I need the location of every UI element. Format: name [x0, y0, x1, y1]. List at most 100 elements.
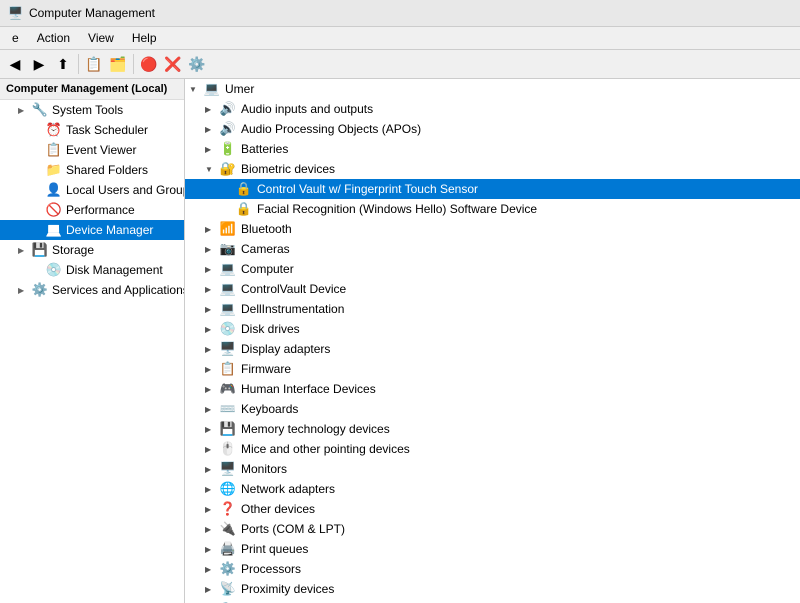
label-processors: Processors: [241, 562, 301, 576]
label-computer: Computer: [241, 262, 294, 276]
toolbar-help-button[interactable]: ⚙️: [186, 53, 208, 75]
menu-item-help[interactable]: Help: [124, 29, 165, 47]
label-root: Umer: [225, 82, 254, 96]
arrow-disk-management: [32, 266, 46, 275]
right-tree-facial-recog[interactable]: 🔒 Facial Recognition (Windows Hello) Sof…: [185, 199, 800, 219]
icon-audio-apos: 🔊: [219, 121, 237, 137]
right-tree-display-adapters[interactable]: ▶ 🖥️ Display adapters: [185, 339, 800, 359]
arrow-biometric: ▼: [205, 165, 219, 174]
icon-disk-drives: 💿: [219, 321, 237, 337]
icon-shared-folders: 📁: [46, 162, 62, 178]
menu-bar: e Action View Help: [0, 27, 800, 50]
arrow-firmware: ▶: [205, 365, 219, 374]
main-layout: Computer Management (Local) ▶ 🔧 System T…: [0, 79, 800, 603]
right-tree-controlvault-dev[interactable]: ▶ 💻 ControlVault Device: [185, 279, 800, 299]
icon-performance: 🚫: [46, 202, 62, 218]
sidebar-item-performance[interactable]: 🚫 Performance: [0, 200, 184, 220]
menu-item-view[interactable]: View: [80, 29, 122, 47]
right-tree-audio-inputs[interactable]: ▶ 🔊 Audio inputs and outputs: [185, 99, 800, 119]
label-services-apps: Services and Applications: [52, 283, 185, 297]
arrow-performance: [32, 206, 46, 215]
sidebar-item-storage[interactable]: ▶ 💾 Storage: [0, 240, 184, 260]
label-audio-inputs: Audio inputs and outputs: [241, 102, 373, 116]
sidebar-item-system-tools[interactable]: ▶ 🔧 System Tools: [0, 100, 184, 120]
right-tree-print-queues[interactable]: ▶ 🖨️ Print queues: [185, 539, 800, 559]
right-tree-bluetooth[interactable]: ▶ 📶 Bluetooth: [185, 219, 800, 239]
right-tree-memory[interactable]: ▶ 💾 Memory technology devices: [185, 419, 800, 439]
right-tree-computer[interactable]: ▶ 💻 Computer: [185, 259, 800, 279]
menu-item-file[interactable]: e: [4, 29, 27, 47]
icon-print-queues: 🖨️: [219, 541, 237, 557]
sidebar-item-task-scheduler[interactable]: ⏰ Task Scheduler: [0, 120, 184, 140]
label-display-adapters: Display adapters: [241, 342, 330, 356]
right-tree-other-devices[interactable]: ▶ ❓ Other devices: [185, 499, 800, 519]
icon-audio-inputs: 🔊: [219, 101, 237, 117]
arrow-memory: ▶: [205, 425, 219, 434]
label-task-scheduler: Task Scheduler: [66, 123, 148, 137]
right-tree-monitors[interactable]: ▶ 🖥️ Monitors: [185, 459, 800, 479]
icon-local-users: 👤: [46, 182, 62, 198]
arrow-computer: ▶: [205, 265, 219, 274]
menu-item-action[interactable]: Action: [29, 29, 78, 47]
right-tree-dell-instrumentation[interactable]: ▶ 💻 DellInstrumentation: [185, 299, 800, 319]
sidebar-item-local-users[interactable]: 👤 Local Users and Groups: [0, 180, 184, 200]
right-tree-keyboards[interactable]: ▶ ⌨️ Keyboards: [185, 399, 800, 419]
label-system-tools: System Tools: [52, 103, 123, 117]
right-tree-cameras[interactable]: ▶ 📷 Cameras: [185, 239, 800, 259]
toolbar-up-button[interactable]: ⬆: [52, 53, 74, 75]
toolbar-back-button[interactable]: ◀: [4, 53, 26, 75]
icon-display-adapters: 🖥️: [219, 341, 237, 357]
sidebar-item-shared-folders[interactable]: 📁 Shared Folders: [0, 160, 184, 180]
arrow-monitors: ▶: [205, 465, 219, 474]
label-ports: Ports (COM & LPT): [241, 522, 345, 536]
right-tree-control-vault[interactable]: 🔒 Control Vault w/ Fingerprint Touch Sen…: [185, 179, 800, 199]
sidebar-item-device-manager[interactable]: 💻 Device Manager: [0, 220, 184, 240]
label-performance: Performance: [66, 203, 135, 217]
icon-dell-instrumentation: 💻: [219, 301, 237, 317]
label-event-viewer: Event Viewer: [66, 143, 136, 157]
right-tree-disk-drives[interactable]: ▶ 💿 Disk drives: [185, 319, 800, 339]
icon-facial-recog: 🔒: [235, 201, 253, 217]
toolbar-show-hide-button[interactable]: 📋: [83, 53, 105, 75]
icon-processors: ⚙️: [219, 561, 237, 577]
sidebar-item-disk-management[interactable]: 💿 Disk Management: [0, 260, 184, 280]
arrow-task-scheduler: [32, 126, 46, 135]
icon-batteries: 🔋: [219, 141, 237, 157]
label-network-adapters: Network adapters: [241, 482, 335, 496]
right-tree-processors[interactable]: ▶ ⚙️ Processors: [185, 559, 800, 579]
arrow-dell-instrumentation: ▶: [205, 305, 219, 314]
arrow-bluetooth: ▶: [205, 225, 219, 234]
right-tree-root[interactable]: ▼ 💻 Umer: [185, 79, 800, 99]
right-tree-mice[interactable]: ▶ 🖱️ Mice and other pointing devices: [185, 439, 800, 459]
right-tree-ports[interactable]: ▶ 🔌 Ports (COM & LPT): [185, 519, 800, 539]
icon-controlvault-dev: 💻: [219, 281, 237, 297]
right-tree-biometric[interactable]: ▼ 🔐 Biometric devices: [185, 159, 800, 179]
toolbar-forward-button[interactable]: ▶: [28, 53, 50, 75]
sidebar-item-event-viewer[interactable]: 📋 Event Viewer: [0, 140, 184, 160]
right-tree-network-adapters[interactable]: ▶ 🌐 Network adapters: [185, 479, 800, 499]
label-shared-folders: Shared Folders: [66, 163, 148, 177]
right-tree-firmware[interactable]: ▶ 📋 Firmware: [185, 359, 800, 379]
arrow-system-tools: ▶: [18, 106, 32, 115]
arrow-keyboards: ▶: [205, 405, 219, 414]
right-tree-proximity[interactable]: ▶ 📡 Proximity devices: [185, 579, 800, 599]
arrow-event-viewer: [32, 146, 46, 155]
arrow-print-queues: ▶: [205, 545, 219, 554]
label-batteries: Batteries: [241, 142, 288, 156]
arrow-other-devices: ▶: [205, 505, 219, 514]
right-panel: ▼ 💻 Umer ▶ 🔊 Audio inputs and outputs ▶ …: [185, 79, 800, 603]
toolbar-view-button[interactable]: 🗂️: [107, 53, 129, 75]
arrow-audio-apos: ▶: [205, 125, 219, 134]
arrow-hid: ▶: [205, 385, 219, 394]
toolbar-properties-button[interactable]: 🔴: [138, 53, 160, 75]
right-tree-hid[interactable]: ▶ 🎮 Human Interface Devices: [185, 379, 800, 399]
icon-root: 💻: [203, 81, 221, 97]
right-tree-audio-apos[interactable]: ▶ 🔊 Audio Processing Objects (APOs): [185, 119, 800, 139]
icon-control-vault: 🔒: [235, 181, 253, 197]
icon-device-manager: 💻: [46, 222, 62, 238]
icon-disk-management: 💿: [46, 262, 62, 278]
right-tree-batteries[interactable]: ▶ 🔋 Batteries: [185, 139, 800, 159]
toolbar-delete-button[interactable]: ❌: [162, 53, 184, 75]
sidebar-item-services-apps[interactable]: ▶ ⚙️ Services and Applications: [0, 280, 184, 300]
label-storage: Storage: [52, 243, 94, 257]
